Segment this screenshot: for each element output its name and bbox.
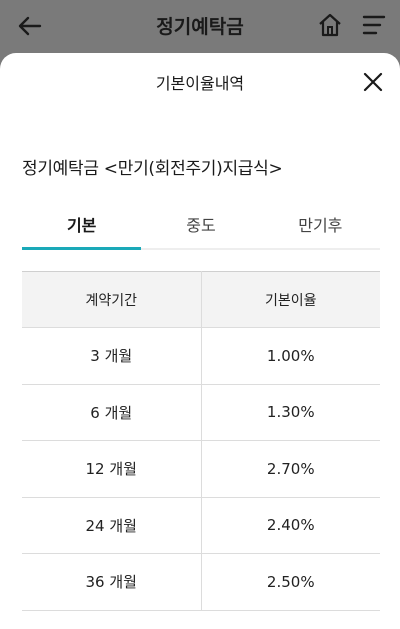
period-cell: 3 개월 (22, 327, 202, 385)
tab-basic[interactable]: 기본 (22, 198, 142, 250)
period-cell: 24 개월 (22, 497, 202, 554)
rate-table: 계약기간 기본이율 3 개월 1.00% 6 개월 1.30% 12 개월 2.… (22, 271, 380, 611)
tab-after-maturity[interactable]: 만기후 (261, 198, 380, 248)
rate-detail-sheet: 기본이율내역 정기예탁금 <만기(회전주기)지급식> 기본 중도 만기후 계약기… (0, 53, 400, 629)
product-name: 정기예탁금 <만기(회전주기)지급식> (22, 159, 283, 179)
header-rate: 기본이율 (201, 271, 380, 328)
period-cell: 36 개월 (22, 553, 202, 611)
menu-icon[interactable] (360, 11, 388, 39)
table-header-row: 계약기간 기본이율 (22, 271, 380, 328)
rate-cell: 1.00% (201, 327, 380, 385)
header-period: 계약기간 (22, 271, 202, 328)
tab-midterm[interactable]: 중도 (141, 198, 260, 248)
period-cell: 12 개월 (22, 440, 202, 498)
rate-cell: 2.70% (201, 440, 380, 498)
table-row: 36 개월 2.50% (22, 553, 380, 611)
sheet-title: 기본이율내역 (155, 74, 245, 93)
period-cell: 6 개월 (22, 384, 202, 441)
rate-tabs: 기본 중도 만기후 (22, 198, 380, 250)
close-icon[interactable] (360, 69, 386, 95)
table-row: 6 개월 1.30% (22, 384, 380, 441)
table-row: 12 개월 2.70% (22, 440, 380, 498)
rate-cell: 2.40% (201, 497, 380, 554)
app-bar: 정기예탁금 (0, 0, 400, 52)
rate-cell: 2.50% (201, 553, 380, 611)
table-row: 24 개월 2.40% (22, 497, 380, 554)
rate-cell: 1.30% (201, 384, 380, 441)
table-row: 3 개월 1.00% (22, 327, 380, 385)
home-icon[interactable] (316, 11, 344, 39)
